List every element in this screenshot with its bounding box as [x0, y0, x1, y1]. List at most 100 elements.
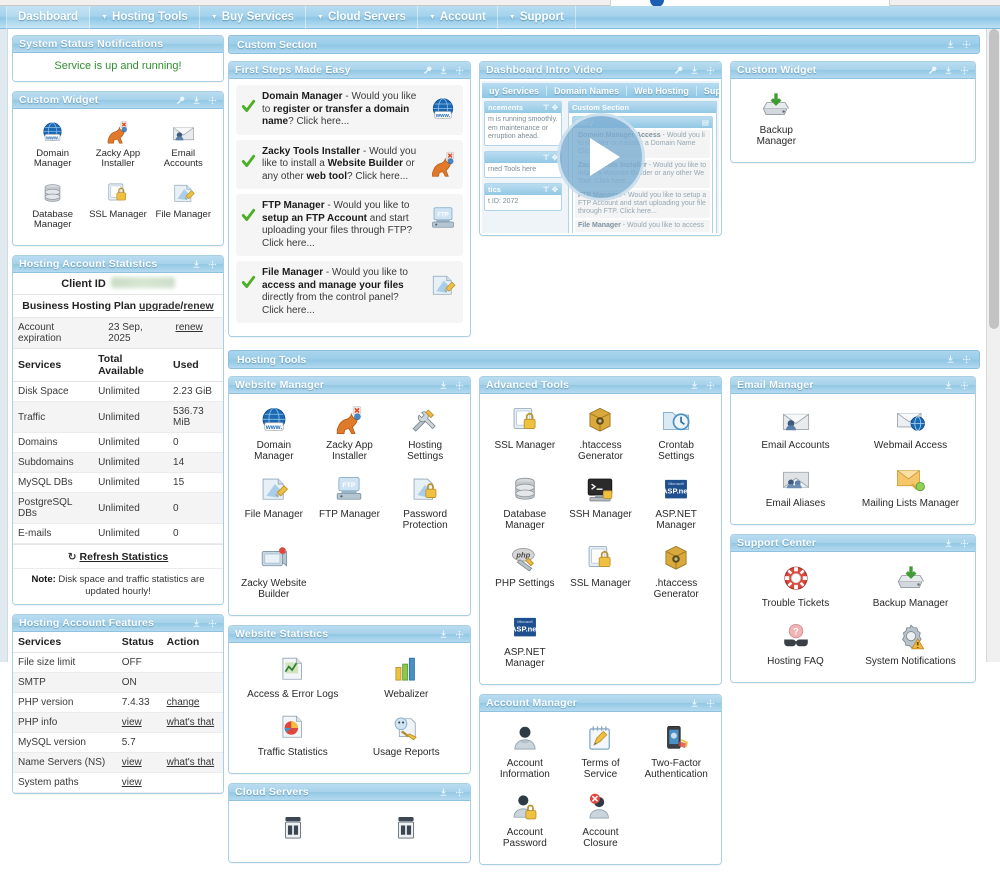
tool-icon-domain-manager[interactable]: www. Domain Manager [20, 115, 85, 176]
feature-status[interactable]: view [116, 712, 162, 733]
tool-icon-zacky-app-installer[interactable]: Zacky App Installer [312, 400, 388, 469]
tool-icon-backup-manager[interactable]: Backup Manager [853, 558, 968, 616]
nav-item-account[interactable]: ▼ Account [418, 5, 498, 29]
collapse-icon[interactable] [192, 619, 201, 628]
tool-icon-account-information[interactable]: Account Information [487, 718, 563, 787]
plan-renew-link[interactable]: renew [183, 300, 213, 312]
collapse-icon[interactable] [690, 699, 699, 708]
move-icon[interactable] [960, 66, 969, 75]
collapse-icon[interactable] [439, 788, 448, 797]
collapse-icon[interactable] [946, 40, 955, 49]
feature-action-link[interactable]: what's that [167, 717, 215, 728]
tool-icon-trouble-tickets[interactable]: Trouble Tickets [738, 558, 853, 616]
feature-action[interactable]: change [161, 692, 223, 713]
collapse-icon[interactable] [944, 539, 953, 548]
plan-upgrade-link[interactable]: upgrade [139, 300, 180, 312]
first-step-item-ftp-manager[interactable]: FTP Manager - Would you like to setup an… [236, 194, 463, 256]
tool-icon-webmail-access[interactable]: Webmail Access [853, 400, 968, 458]
tool-icon-database-manager[interactable]: Database Manager [20, 176, 85, 237]
nav-item-hosting-tools[interactable]: ▼ Hosting Tools [90, 5, 200, 29]
feature-status-link[interactable]: view [122, 717, 142, 728]
tool-icon-zacky-website-builder[interactable]: Zacky Website Builder [236, 538, 312, 607]
tool-icon-htaccess-generator[interactable]: .htaccess Generator [638, 538, 714, 607]
tool-icon-traffic-statistics[interactable]: Traffic Statistics [236, 707, 350, 765]
tool-icon-hosting-settings[interactable]: Hosting Settings [387, 400, 463, 469]
wrench-icon[interactable] [928, 66, 937, 75]
collapse-icon[interactable] [946, 355, 955, 364]
tool-icon-ssl-manager[interactable]: SSL Manager [85, 176, 150, 237]
move-icon[interactable] [706, 66, 715, 75]
feature-action-link[interactable]: what's that [167, 757, 215, 768]
tool-icon-email-accounts[interactable]: Email Accounts [738, 400, 853, 458]
tool-icon-domain-manager[interactable]: www. Domain Manager [236, 400, 312, 469]
first-step-item-domain-manager[interactable]: Domain Manager - Would you like to regis… [236, 85, 463, 135]
tool-icon-crontab-settings[interactable]: Crontab Settings [638, 400, 714, 469]
feature-action[interactable]: what's that [161, 752, 223, 773]
move-icon[interactable] [455, 630, 464, 639]
collapse-icon[interactable] [690, 66, 699, 75]
tool-icon-zacky-app-installer[interactable]: Zacky App Installer [85, 115, 150, 176]
tool-icon-email-accounts[interactable]: Email Accounts [151, 115, 216, 176]
collapse-icon[interactable] [192, 260, 201, 269]
first-step-item-file-manager[interactable]: File Manager - Would you like to access … [236, 261, 463, 323]
feature-status-link[interactable]: view [122, 757, 142, 768]
wrench-icon[interactable] [423, 66, 432, 75]
tool-icon-two-factor-authentication[interactable]: Two-Factor Authentication [638, 718, 714, 787]
tool-icon-php-settings[interactable]: php PHP Settings [487, 538, 563, 607]
tool-icon-system-notifications[interactable]: System Notifications [853, 616, 968, 674]
page-scrollbar[interactable] [986, 29, 1000, 662]
tool-icon-asp-net-manager[interactable]: Microsoft ASP.net ASP.NET Manager [638, 469, 714, 538]
nav-item-support[interactable]: ▼ Support [498, 5, 576, 29]
collapse-icon[interactable] [944, 381, 953, 390]
tool-icon-ssl-manager[interactable]: SSL Manager [563, 538, 639, 607]
move-icon[interactable] [208, 96, 217, 105]
feature-status[interactable]: view [116, 772, 162, 793]
move-icon[interactable] [455, 788, 464, 797]
move-icon[interactable] [455, 66, 464, 75]
nav-item-dashboard[interactable]: Dashboard [6, 5, 91, 29]
tool-icon-ssl-manager[interactable]: SSL Manager [487, 400, 563, 469]
move-icon[interactable] [706, 381, 715, 390]
move-icon[interactable] [208, 260, 217, 269]
move-icon[interactable] [455, 381, 464, 390]
tool-icon-asp-net-manager[interactable]: Microsoft ASP.net ASP.NET Manager [487, 607, 563, 676]
feature-action[interactable]: what's that [161, 712, 223, 733]
tool-icon-file-manager[interactable]: File Manager [151, 176, 216, 237]
refresh-statistics-link[interactable]: Refresh Statistics [80, 551, 169, 563]
tool-icon-ftp-manager[interactable]: FTP FTP Manager [312, 469, 388, 538]
tool-icon-terms-of-service[interactable]: Terms of Service [563, 718, 639, 787]
wrench-icon[interactable] [674, 66, 683, 75]
move-icon[interactable] [962, 355, 971, 364]
tool-icon-ssh-manager[interactable]: SSH Manager [563, 469, 639, 538]
move-icon[interactable] [208, 619, 217, 628]
play-button[interactable] [556, 113, 645, 201]
feature-action-link[interactable]: change [167, 697, 200, 708]
tool-icon-mailing-lists-manager[interactable]: Mailing Lists Manager [853, 458, 968, 516]
scrollbar-thumb[interactable] [989, 29, 999, 329]
move-icon[interactable] [962, 40, 971, 49]
tool-icon-account-closure[interactable]: Account Closure [563, 787, 639, 856]
collapse-icon[interactable] [439, 630, 448, 639]
collapse-icon[interactable] [192, 96, 201, 105]
tool-icon-password-protection[interactable]: Password Protection [387, 469, 463, 538]
tool-icon-access-error-logs[interactable]: Access & Error Logs [236, 649, 350, 707]
intro-video-player[interactable]: uy ServicesDomain NamesWeb HostingSup nc… [482, 81, 719, 233]
tool-icon-email-aliases[interactable]: Email Aliases [738, 458, 853, 516]
tool-icon-server-rack-icon[interactable] [350, 807, 464, 854]
collapse-icon[interactable] [439, 66, 448, 75]
wrench-icon[interactable] [176, 96, 185, 105]
move-icon[interactable] [960, 381, 969, 390]
feature-status[interactable]: view [116, 752, 162, 773]
move-icon[interactable] [960, 539, 969, 548]
collapse-icon[interactable] [944, 66, 953, 75]
refresh-statistics-row[interactable]: ↻ Refresh Statistics [13, 544, 223, 568]
tool-icon-server-rack-icon[interactable] [236, 807, 350, 854]
first-step-item-zacky-tools-installer[interactable]: Zacky Tools Installer - Would you like t… [236, 139, 463, 189]
nav-item-buy-services[interactable]: ▼ Buy Services [200, 5, 307, 29]
tool-icon-webalizer[interactable]: Webalizer [350, 649, 464, 707]
tool-icon-backup-manager[interactable]: Backup Manager [738, 85, 815, 154]
feature-status-link[interactable]: view [122, 777, 142, 788]
tool-icon-file-manager[interactable]: File Manager [236, 469, 312, 538]
tool-icon-account-password[interactable]: Account Password [487, 787, 563, 856]
collapse-icon[interactable] [439, 381, 448, 390]
